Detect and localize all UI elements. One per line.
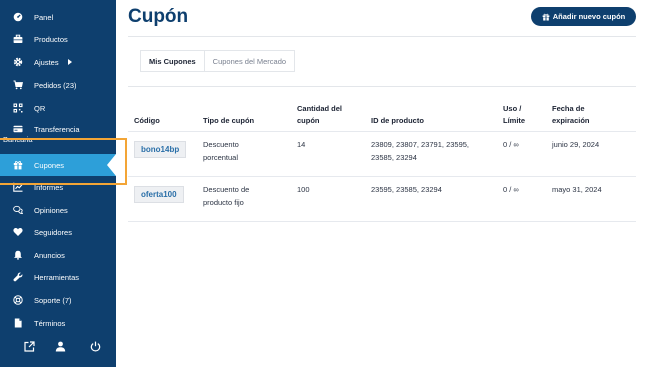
column-header-code: Código bbox=[134, 116, 160, 125]
sidebar-item-label: Productos bbox=[34, 34, 68, 44]
coupon-type-line2: producto fijo bbox=[203, 198, 244, 207]
heart-icon bbox=[12, 227, 23, 238]
gear-icon bbox=[12, 57, 23, 68]
column-header-amount-line2: cupón bbox=[297, 116, 320, 125]
table-header-divider bbox=[128, 131, 636, 132]
coupon-amount: 14 bbox=[297, 140, 306, 149]
sidebar-item-pedidos[interactable]: Pedidos (23) bbox=[0, 75, 116, 95]
product-ids-line2: 23585, 23294 bbox=[371, 153, 417, 162]
sidebar-item-terminos[interactable]: Términos bbox=[0, 313, 116, 333]
row-divider bbox=[128, 221, 636, 222]
usage-limit: 0 / ∞ bbox=[503, 185, 519, 194]
coupon-code-badge[interactable]: oferta100 bbox=[134, 186, 184, 203]
sidebar-item-panel[interactable]: Panel bbox=[0, 7, 116, 27]
sidebar-item-label: Pedidos (23) bbox=[34, 80, 77, 90]
sidebar-item-qr[interactable]: QR bbox=[0, 98, 116, 118]
support-icon bbox=[12, 295, 23, 306]
cart-icon bbox=[12, 80, 23, 91]
bank-transfer-icon bbox=[12, 123, 23, 134]
column-header-expiry: Fecha de bbox=[552, 104, 585, 113]
usage-limit: 0 / ∞ bbox=[503, 140, 519, 149]
column-header-expiry-line2: expiración bbox=[552, 116, 590, 125]
header-divider bbox=[128, 36, 636, 37]
expiry-date: mayo 31, 2024 bbox=[552, 185, 602, 194]
coupon-type: Descuento bbox=[203, 140, 239, 149]
sidebar-item-label: Soporte (7) bbox=[34, 295, 72, 305]
column-header-type: Tipo de cupón bbox=[203, 116, 255, 125]
wrench-icon bbox=[12, 272, 23, 283]
sidebar-item-soporte[interactable]: Soporte (7) bbox=[0, 290, 116, 310]
product-ids: 23595, 23585, 23294 bbox=[371, 185, 442, 194]
active-item-highlight bbox=[0, 138, 127, 185]
add-coupon-label: Añadir nuevo cupón bbox=[552, 12, 626, 21]
sidebar-item-label: Herramientas bbox=[34, 272, 80, 282]
column-header-usage-line2: Límite bbox=[503, 116, 526, 125]
dashboard-icon bbox=[12, 12, 23, 23]
page-title: Cupón bbox=[128, 6, 189, 27]
sidebar-item-label: Seguidores bbox=[34, 227, 72, 237]
document-icon bbox=[12, 318, 23, 329]
sidebar-item-opiniones[interactable]: Opiniones bbox=[0, 200, 116, 220]
sidebar-item-label: Transferencia bbox=[34, 125, 80, 134]
sidebar-item-label: QR bbox=[34, 103, 46, 113]
sidebar-item-herramientas[interactable]: Herramientas bbox=[0, 267, 116, 287]
column-header-amount: Cantidad del bbox=[297, 104, 343, 113]
coupon-code-badge[interactable]: bono14bp bbox=[134, 141, 187, 158]
bell-icon bbox=[12, 250, 23, 261]
add-coupon-button[interactable]: Añadir nuevo cupón bbox=[531, 7, 636, 26]
chat-icon bbox=[12, 205, 23, 216]
tab-cupones-mercado[interactable]: Cupones del Mercado bbox=[205, 51, 294, 71]
sidebar-item-label: Panel bbox=[34, 12, 54, 22]
sidebar-item-ajustes[interactable]: Ajustes bbox=[0, 52, 116, 72]
external-link-icon[interactable] bbox=[23, 340, 35, 352]
coupon-amount: 100 bbox=[297, 185, 310, 194]
sidebar-item-label: Ajustes bbox=[34, 57, 59, 67]
tabs-divider bbox=[128, 86, 636, 87]
tab-mis-cupones[interactable]: Mis Cupones bbox=[141, 51, 205, 71]
coupon-type: Descuento de bbox=[203, 185, 250, 194]
expiry-date: junio 29, 2024 bbox=[552, 140, 600, 149]
sidebar-item-label: Opiniones bbox=[34, 205, 68, 215]
gift-icon bbox=[542, 13, 550, 21]
chevron-right-icon bbox=[68, 59, 72, 65]
row-divider bbox=[128, 176, 636, 177]
sidebar-item-anuncios[interactable]: Anuncios bbox=[0, 245, 116, 265]
sidebar-item-label: Anuncios bbox=[34, 250, 65, 260]
user-icon[interactable] bbox=[54, 340, 66, 352]
sidebar-footer bbox=[0, 335, 116, 357]
sidebar-item-seguidores[interactable]: Seguidores bbox=[0, 222, 116, 242]
coupon-type-line2: porcentual bbox=[203, 153, 239, 162]
qr-icon bbox=[12, 103, 23, 114]
product-ids: 23809, 23807, 23791, 23595, bbox=[371, 140, 470, 149]
column-header-product: ID de producto bbox=[371, 116, 424, 125]
power-icon[interactable] bbox=[89, 340, 101, 352]
sidebar-item-label: Términos bbox=[34, 318, 66, 328]
column-header-usage: Uso / bbox=[503, 104, 522, 113]
coupon-tabs: Mis Cupones Cupones del Mercado bbox=[140, 50, 296, 72]
sidebar-item-productos[interactable]: Productos bbox=[0, 29, 116, 49]
briefcase-icon bbox=[12, 34, 23, 45]
